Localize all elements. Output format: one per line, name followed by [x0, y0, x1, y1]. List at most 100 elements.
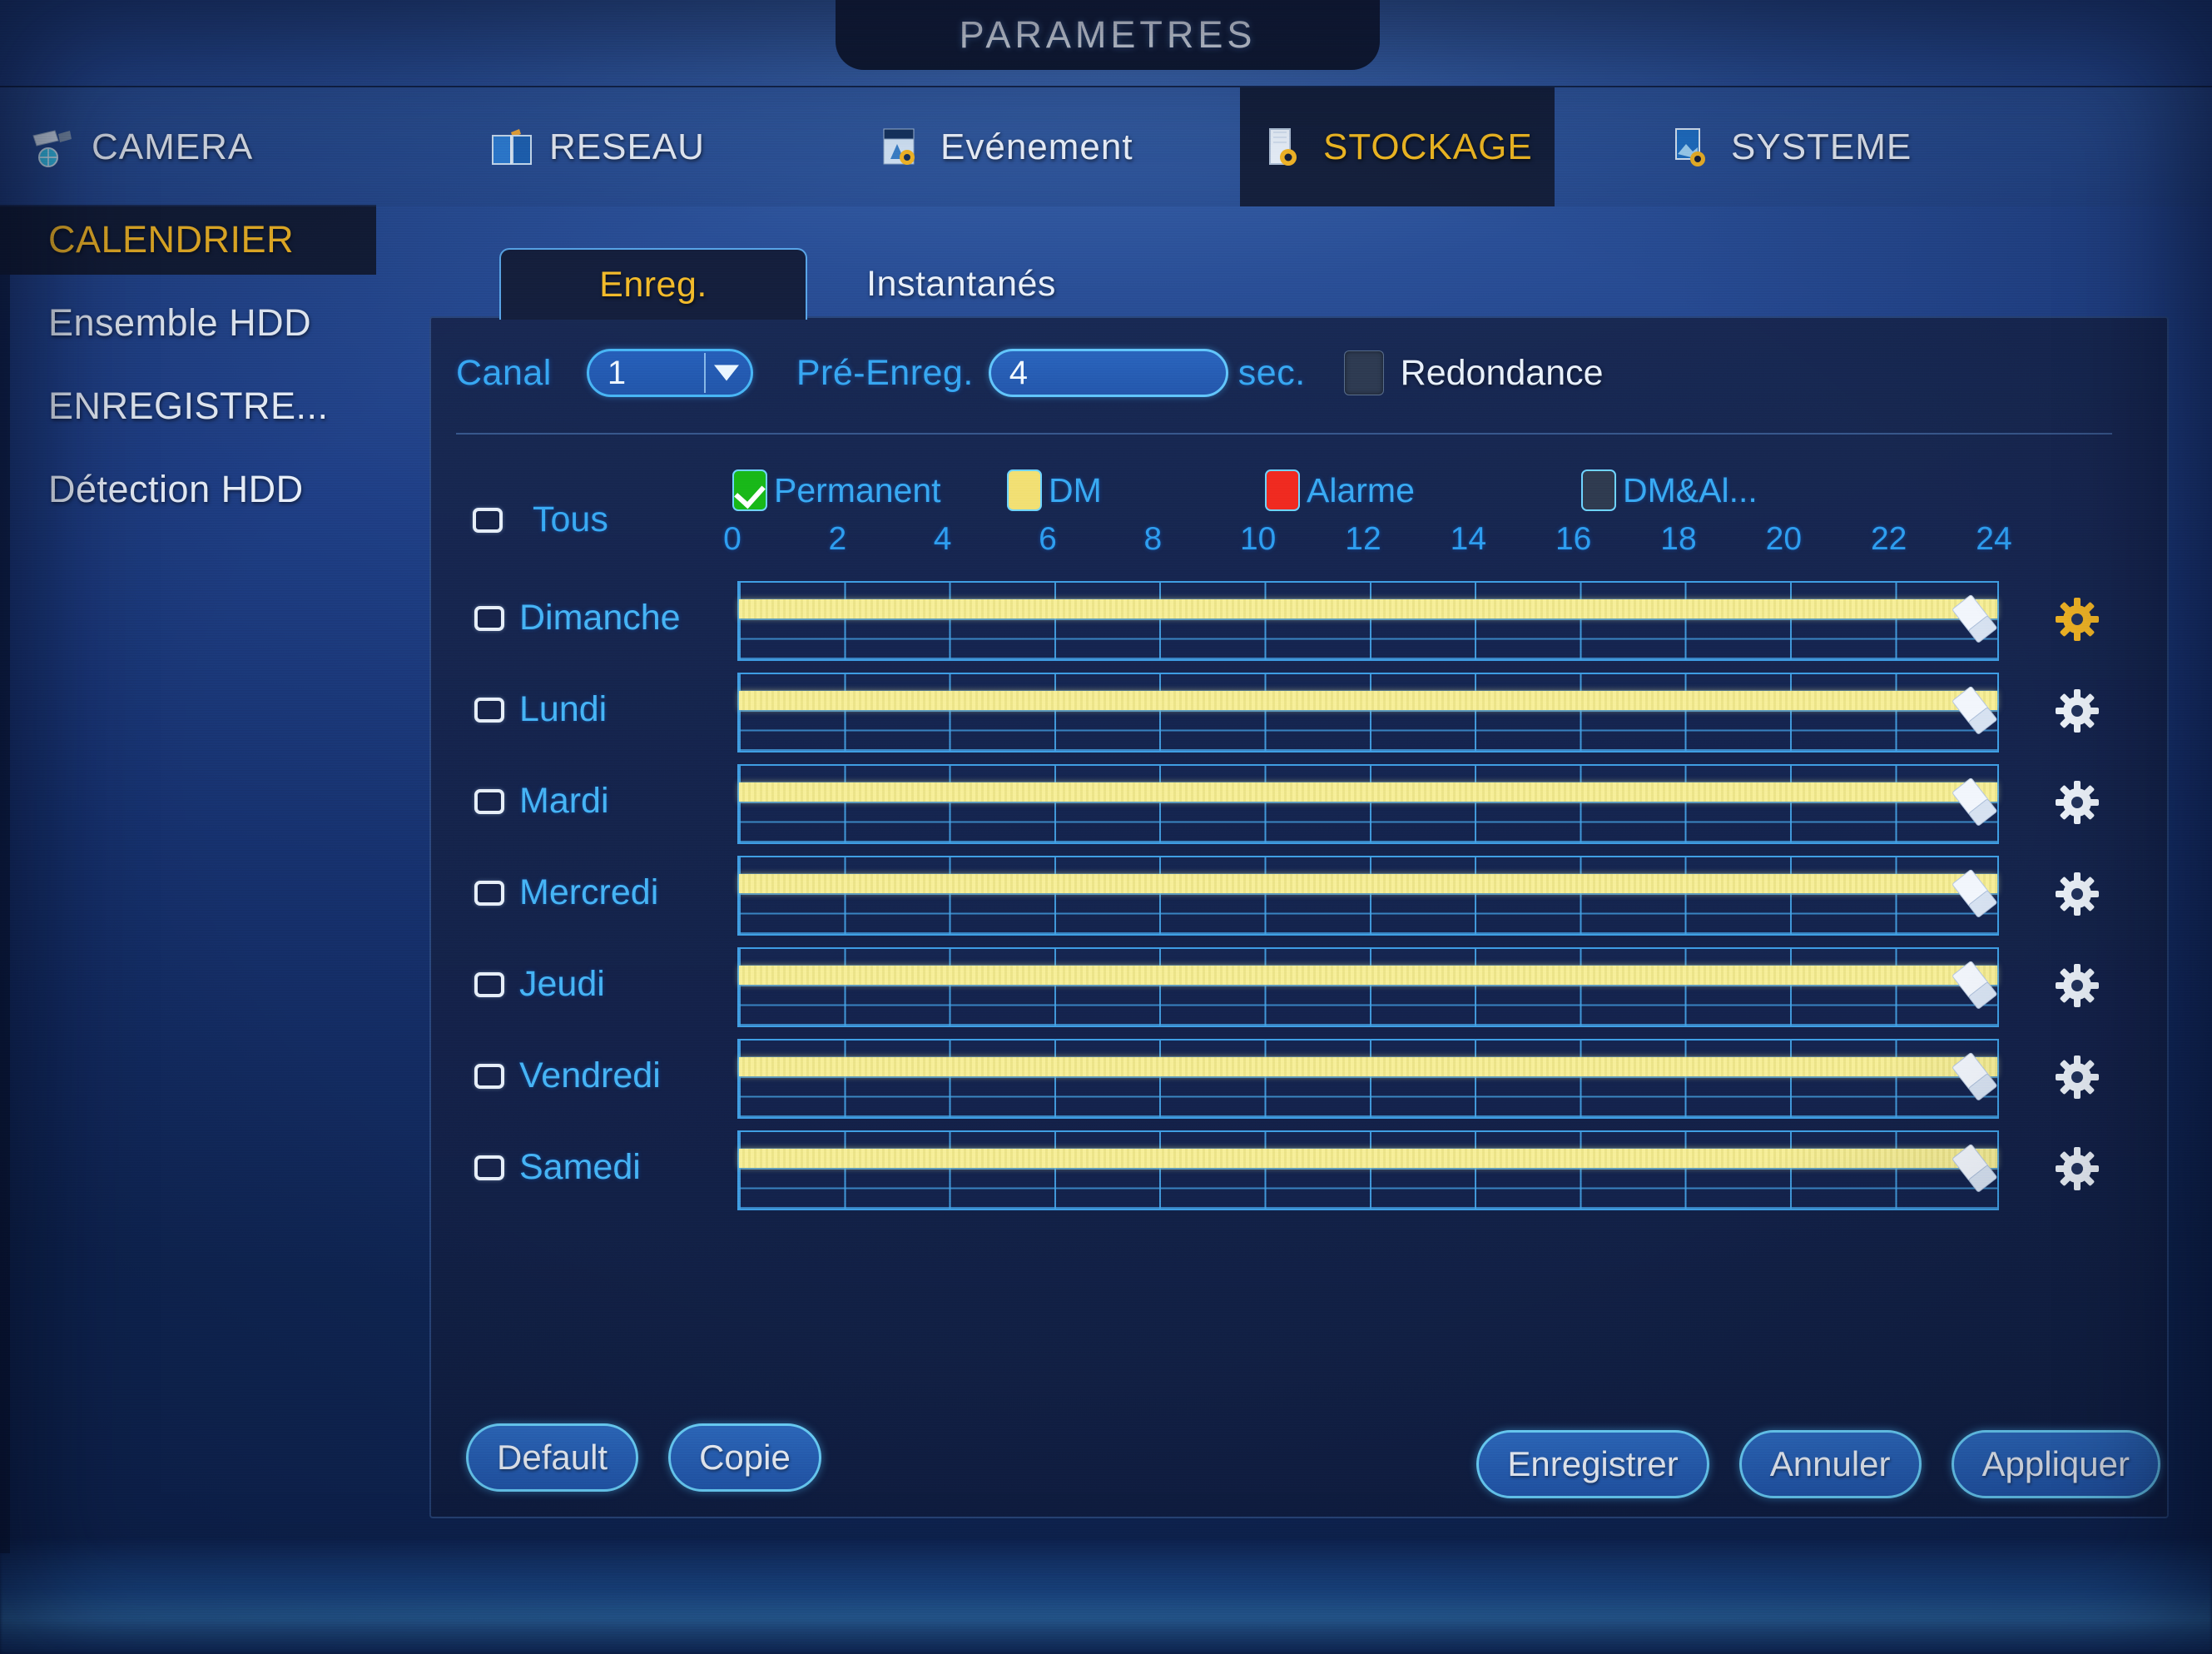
channel-select[interactable]: 1 — [586, 349, 753, 397]
tab-instantans[interactable]: Instantanés — [807, 248, 1115, 320]
prerecord-input[interactable]: 4 — [988, 349, 1228, 397]
axis-tick: 14 — [1450, 521, 1487, 557]
sidebar-item-calendrier[interactable]: CALENDRIER — [0, 205, 376, 275]
select-all-label: Tous — [533, 499, 608, 539]
schedule-period-bar[interactable] — [739, 599, 1997, 618]
sidebar-item-label: CALENDRIER — [48, 218, 295, 261]
day-checkbox[interactable] — [474, 880, 504, 906]
schedule-grid[interactable] — [737, 856, 1999, 936]
legend-item-dm[interactable]: DM — [1007, 469, 1102, 511]
axis-tick: 20 — [1765, 521, 1803, 557]
eraser-icon[interactable] — [1942, 1136, 2007, 1202]
select-all-checkbox[interactable] — [473, 507, 503, 533]
eraser-icon[interactable] — [1942, 678, 2007, 744]
schedule-grid[interactable] — [737, 764, 1999, 844]
schedule-period-bar[interactable] — [739, 1149, 1997, 1168]
menu-item-label: Evénement — [940, 126, 1133, 167]
day-label-group[interactable]: Samedi — [474, 1147, 641, 1188]
menu-item-label: STOCKAGE — [1323, 126, 1533, 167]
button-label: Enregistrer — [1507, 1444, 1679, 1483]
gear-icon[interactable] — [2054, 596, 2100, 643]
gear-icon[interactable] — [2054, 779, 2100, 826]
schedule-grid[interactable] — [737, 581, 1999, 661]
sidebar-item-label: ENREGISTRE... — [48, 385, 329, 427]
legend-label: DM&Al... — [1623, 470, 1758, 509]
day-label-group[interactable]: Jeudi — [474, 964, 605, 1005]
schedule-grid[interactable] — [737, 673, 1999, 752]
day-checkbox[interactable] — [474, 697, 504, 723]
copie-button[interactable]: Copie — [668, 1423, 821, 1492]
sidebar-item-ensemblehdd[interactable]: Ensemble HDD — [0, 288, 388, 358]
schedule-period-bar[interactable] — [739, 874, 1997, 893]
tab-strip: Enreg. Instantanés — [499, 240, 1498, 320]
schedule-day-rows: Dimanche Lundi Mardi Mercredi Jeudi Vend… — [456, 576, 2120, 1217]
default-button[interactable]: Default — [466, 1423, 639, 1492]
day-checkbox[interactable] — [474, 1063, 504, 1089]
legend-item-alarme[interactable]: Alarme — [1265, 469, 1415, 511]
menu-item-label: RESEAU — [549, 126, 705, 167]
axis-tick: 10 — [1239, 521, 1277, 557]
sidebar-item-dtectionhdd[interactable]: Détection HDD — [0, 454, 388, 524]
appliquer-button[interactable]: Appliquer — [1951, 1430, 2160, 1498]
legend-item-dmal[interactable]: DM&Al... — [1581, 469, 1758, 511]
schedule-row: Jeudi — [456, 942, 2120, 1034]
gear-icon[interactable] — [2054, 962, 2100, 1009]
day-label-group[interactable]: Mercredi — [474, 872, 658, 913]
page-title: PARAMETRES — [959, 13, 1257, 56]
gear-icon[interactable] — [2054, 1145, 2100, 1192]
schedule-grid[interactable] — [737, 1130, 1999, 1210]
gear-icon[interactable] — [2054, 688, 2100, 734]
schedule-row: Lundi — [456, 668, 2120, 759]
menu-item-camera[interactable]: CAMERA — [8, 87, 275, 206]
legend-swatch-dark[interactable] — [1581, 469, 1616, 511]
day-label-group[interactable]: Mardi — [474, 781, 609, 822]
schedule-row: Dimanche — [456, 576, 2120, 668]
legend-item-permanent[interactable]: Permanent — [732, 469, 941, 511]
tab-enreg[interactable]: Enreg. — [499, 248, 807, 320]
eraser-icon[interactable] — [1942, 587, 2007, 653]
schedule-period-bar[interactable] — [739, 691, 1997, 710]
gear-icon[interactable] — [2054, 871, 2100, 917]
enregistrer-button[interactable]: Enregistrer — [1476, 1430, 1709, 1498]
day-checkbox[interactable] — [474, 971, 504, 997]
day-name: Lundi — [519, 689, 608, 729]
annuler-button[interactable]: Annuler — [1738, 1430, 1922, 1498]
schedule-period-bar[interactable] — [739, 966, 1997, 985]
day-name: Dimanche — [519, 598, 681, 638]
legend-swatch-yellow[interactable] — [1007, 469, 1042, 511]
day-checkbox[interactable] — [474, 605, 504, 631]
eraser-icon[interactable] — [1942, 862, 2007, 927]
day-checkbox[interactable] — [474, 1155, 504, 1180]
eraser-icon[interactable] — [1942, 953, 2007, 1019]
eraser-icon[interactable] — [1942, 770, 2007, 836]
axis-tick: 24 — [1976, 521, 2012, 557]
sidebar: CALENDRIER Ensemble HDD ENREGISTRE... Détec… — [0, 205, 388, 1537]
gear-icon[interactable] — [2054, 1054, 2100, 1100]
menu-item-evnement[interactable]: Evénement — [857, 87, 1155, 206]
select-all-days-row[interactable]: Tous — [473, 499, 608, 540]
legend-swatch-red[interactable] — [1265, 469, 1300, 511]
schedule-row: Samedi — [456, 1125, 2120, 1217]
axis-tick: 18 — [1660, 521, 1697, 557]
schedule-row: Vendredi — [456, 1034, 2120, 1125]
day-label-group[interactable]: Dimanche — [474, 598, 681, 638]
eraser-icon[interactable] — [1942, 1045, 2007, 1110]
prerecord-value: 4 — [1009, 354, 1029, 391]
menu-item-reseau[interactable]: RESEAU — [466, 87, 727, 206]
legend-swatch-green[interactable] — [732, 469, 767, 511]
schedule-period-bar[interactable] — [739, 1057, 1997, 1076]
day-label-group[interactable]: Lundi — [474, 689, 607, 730]
menu-item-systeme[interactable]: SYSTEME — [1648, 87, 1933, 206]
row-actions — [1951, 685, 2100, 736]
schedule-grid[interactable] — [737, 947, 1999, 1027]
legend-label: Permanent — [774, 470, 941, 509]
axis-tick: 0 — [723, 521, 741, 557]
redundancy-checkbox[interactable] — [1343, 350, 1384, 395]
menu-item-stockage[interactable]: STOCKAGE — [1240, 87, 1555, 206]
day-name: Vendredi — [519, 1055, 661, 1095]
day-label-group[interactable]: Vendredi — [474, 1055, 661, 1096]
sidebar-item-enregistre[interactable]: ENREGISTRE... — [0, 371, 388, 441]
day-checkbox[interactable] — [474, 788, 504, 814]
schedule-period-bar[interactable] — [739, 782, 1997, 802]
schedule-grid[interactable] — [737, 1039, 1999, 1119]
